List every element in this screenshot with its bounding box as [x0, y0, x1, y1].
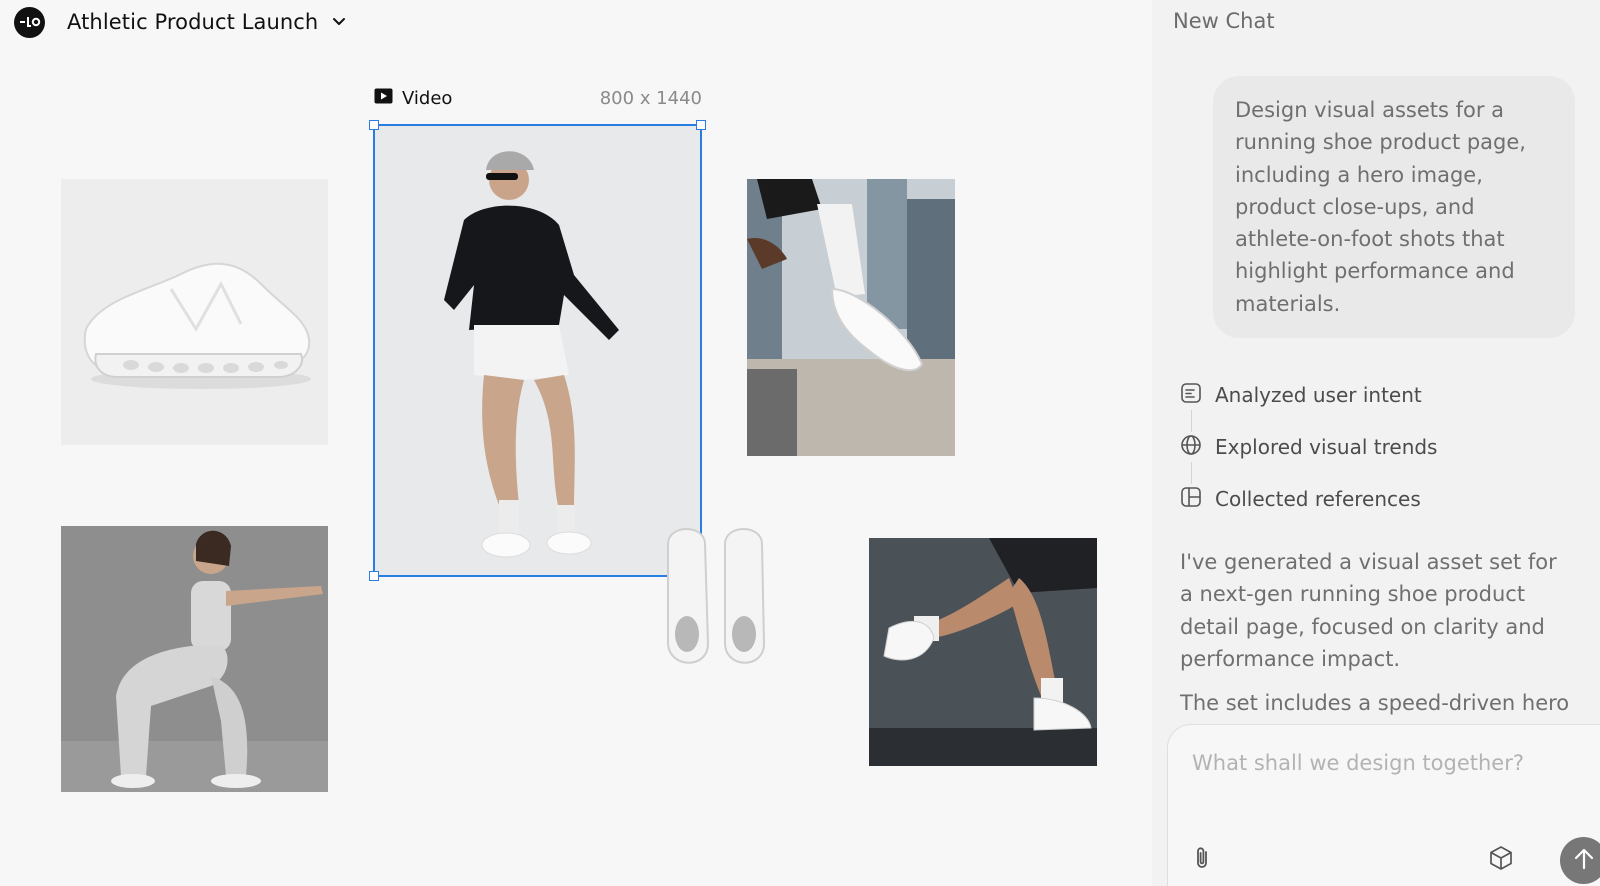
asset-athlete-squat[interactable]	[61, 526, 328, 792]
assistant-paragraph: I've generated a visual asset set for a …	[1180, 550, 1557, 671]
asset-shoes-top-view[interactable]	[650, 524, 780, 674]
step-explored-trends[interactable]: Explored visual trends	[1180, 432, 1437, 462]
frame-dimensions: 800 x 1440	[599, 88, 702, 109]
asset-treadmill-runner[interactable]	[869, 538, 1097, 766]
app-logo-icon[interactable]	[14, 6, 45, 38]
cube-icon[interactable]	[1488, 845, 1514, 871]
step-analyzed-intent[interactable]: Analyzed user intent	[1180, 380, 1437, 410]
agent-steps: Analyzed user intent Explored visual tre…	[1180, 380, 1437, 514]
step-label: Analyzed user intent	[1215, 383, 1422, 407]
step-connector	[1191, 462, 1192, 484]
paperclip-icon[interactable]	[1192, 845, 1212, 871]
assistant-response-viewport[interactable]: I've generated a visual asset set for a …	[1152, 540, 1600, 718]
chat-panel: New Chat Design visual assets for a runn…	[1152, 0, 1600, 886]
document-lines-icon	[1180, 382, 1202, 409]
chat-input[interactable]	[1192, 751, 1582, 775]
asset-athlete-urban-jump[interactable]	[747, 179, 955, 456]
project-header: Athletic Product Launch	[14, 6, 346, 38]
selected-frame-label: Video 800 x 1440	[374, 88, 702, 109]
frame-type-label: Video	[402, 88, 453, 109]
asset-shoe-side-view[interactable]	[61, 179, 328, 445]
send-button[interactable]	[1560, 837, 1600, 884]
assistant-message: I've generated a visual asset set for a …	[1180, 546, 1575, 718]
chat-title: New Chat	[1173, 9, 1275, 33]
project-title[interactable]: Athletic Product Launch	[67, 10, 318, 34]
asset-video-frame-runner[interactable]	[374, 125, 702, 577]
message-composer	[1167, 724, 1600, 886]
layout-grid-icon	[1180, 486, 1202, 513]
design-canvas[interactable]: Athletic Product Launch Video 800 x 1440	[0, 0, 1152, 886]
assistant-paragraph: The set includes a speed-driven hero	[1180, 691, 1570, 716]
step-connector	[1191, 410, 1192, 432]
video-icon	[374, 88, 393, 109]
step-collected-references[interactable]: Collected references	[1180, 484, 1437, 514]
step-label: Explored visual trends	[1215, 435, 1438, 459]
arrow-up-icon	[1573, 847, 1595, 875]
step-label: Collected references	[1215, 487, 1421, 511]
chevron-down-icon[interactable]	[332, 17, 346, 27]
user-message-bubble: Design visual assets for a running shoe …	[1213, 76, 1575, 339]
globe-icon	[1180, 434, 1202, 461]
